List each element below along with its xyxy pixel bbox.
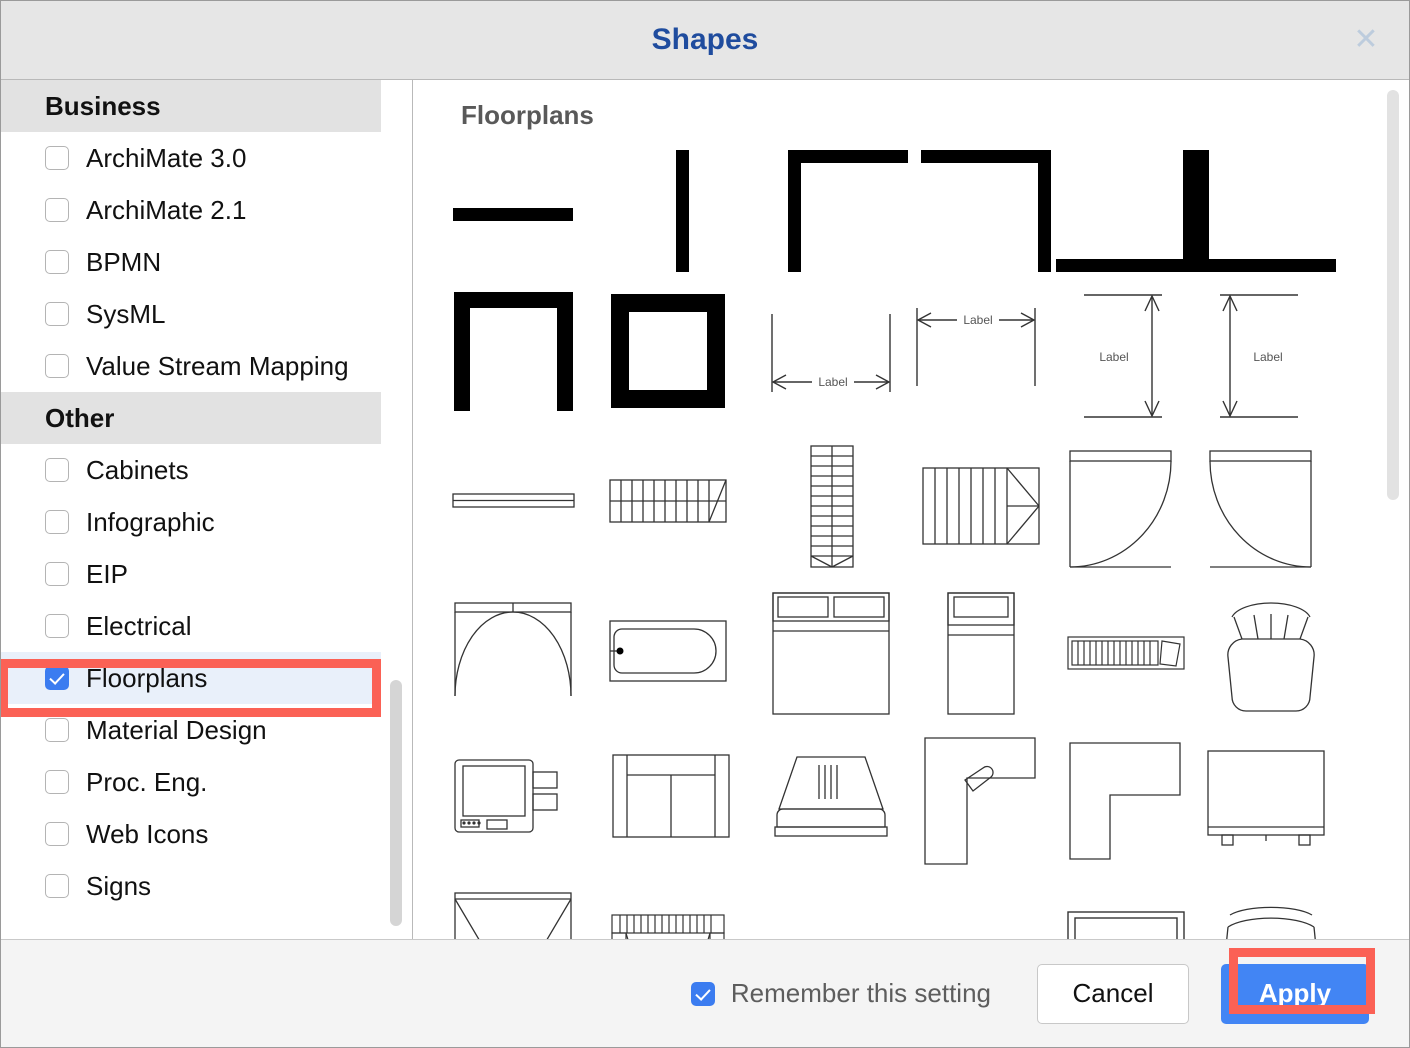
checkbox[interactable] [45, 874, 69, 898]
shape-stairs-vertical[interactable] [753, 436, 913, 576]
checkbox[interactable] [45, 718, 69, 742]
shape-piano[interactable] [583, 881, 753, 939]
sidebar-group-label: Other [45, 403, 114, 434]
remember-setting-checkbox[interactable]: Remember this setting [691, 978, 991, 1009]
svg-text:Label: Label [1253, 350, 1282, 364]
sidebar-group-header: Other [1, 392, 381, 444]
remember-checkbox-box[interactable] [691, 982, 715, 1006]
svg-text:Label: Label [1099, 350, 1128, 364]
sidebar-item-label: Value Stream Mapping [86, 351, 349, 382]
shape-bed-double[interactable] [743, 586, 918, 721]
svg-text:Label: Label [963, 313, 992, 327]
shape-door-right[interactable] [1173, 436, 1348, 581]
sidebar-item-label: Floorplans [86, 663, 207, 694]
shape-stairs-horizontal[interactable] [583, 436, 753, 566]
checkbox[interactable] [45, 770, 69, 794]
sidebar-item-signs[interactable]: Signs [1, 860, 381, 912]
shape-armchair-plan[interactable] [1183, 586, 1358, 721]
checkbox[interactable] [45, 146, 69, 170]
checkbox[interactable] [45, 302, 69, 326]
cancel-button[interactable]: Cancel [1037, 964, 1189, 1024]
checkbox[interactable] [45, 822, 69, 846]
sidebar-item-label: ArchiMate 3.0 [86, 143, 246, 174]
shape-wall-thin[interactable] [433, 436, 593, 566]
sidebar-item-label: Web Icons [86, 819, 208, 850]
preview-heading: Floorplans [461, 100, 594, 131]
shape-chair-front[interactable] [743, 731, 918, 861]
checkbox[interactable] [45, 250, 69, 274]
apply-button[interactable]: Apply [1221, 964, 1369, 1024]
sidebar-item-floorplans[interactable]: Floorplans [1, 652, 381, 704]
sidebar-item-label: SysML [86, 299, 165, 330]
sidebar-item-value-stream-mapping[interactable]: Value Stream Mapping [1, 340, 381, 392]
sidebar-item-label: ArchiMate 2.1 [86, 195, 246, 226]
sidebar-item-web-icons[interactable]: Web Icons [1, 808, 381, 860]
sidebar-scrollbar-track[interactable] [388, 80, 404, 939]
checkbox[interactable] [45, 198, 69, 222]
shape-table-with-chairs[interactable] [433, 881, 593, 939]
sidebar-item-archimate-3-0[interactable]: ArchiMate 3.0 [1, 132, 381, 184]
shape-desk-table[interactable] [1178, 731, 1353, 871]
svg-text:Label: Label [818, 375, 847, 389]
checkbox[interactable] [45, 354, 69, 378]
shape-wall-corner-bottom-left[interactable] [1178, 146, 1353, 276]
remember-setting-label: Remember this setting [731, 978, 991, 1009]
close-icon[interactable]: ✕ [1349, 23, 1383, 57]
shape-chair-top[interactable] [1183, 881, 1358, 939]
sidebar-item-label: Cabinets [86, 455, 189, 486]
shape-copier[interactable] [433, 731, 593, 861]
checkbox[interactable] [45, 562, 69, 586]
sidebar-item-eip[interactable]: EIP [1, 548, 381, 600]
sidebar-scrollbar-thumb[interactable] [390, 680, 402, 926]
shape-bathtub[interactable] [583, 586, 753, 716]
sidebar-item-label: Proc. Eng. [86, 767, 207, 798]
shape-library-sidebar: Business ArchiMate 3.0 ArchiMate 2.1 BPMN Sy… [1, 80, 413, 939]
sidebar-item-infographic[interactable]: Infographic [1, 496, 381, 548]
preview-scrollbar-thumb[interactable] [1387, 90, 1399, 500]
shape-wall-vertical[interactable] [603, 146, 763, 276]
shapes-dialog: Shapes ✕ Business ArchiMate 3.0 ArchiMate … [0, 0, 1410, 1048]
sidebar-item-label: Electrical [86, 611, 191, 642]
shape-grid: Label Label [413, 136, 1409, 939]
dialog-body: Business ArchiMate 3.0 ArchiMate 2.1 BPMN Sy… [1, 80, 1409, 939]
sidebar-item-bpmn[interactable]: BPMN [1, 236, 381, 288]
sidebar-item-proc-eng[interactable]: Proc. Eng. [1, 756, 381, 808]
sidebar-item-electrical[interactable]: Electrical [1, 600, 381, 652]
dialog-titlebar: Shapes ✕ [1, 1, 1409, 80]
sidebar-item-label: BPMN [86, 247, 161, 278]
sidebar-item-material-design[interactable]: Material Design [1, 704, 381, 756]
shape-double-door[interactable] [433, 586, 593, 716]
sidebar-item-archimate-2-1[interactable]: ArchiMate 2.1 [1, 184, 381, 236]
shape-wall-u-shape[interactable] [433, 286, 593, 416]
dialog-title: Shapes [652, 23, 759, 57]
sidebar-item-label: Material Design [86, 715, 267, 746]
dialog-footer: Remember this setting Cancel Apply [1, 939, 1409, 1047]
checkbox[interactable] [45, 458, 69, 482]
checkbox[interactable] [45, 510, 69, 534]
shape-dimension-vertical-right[interactable]: Label [1173, 286, 1348, 426]
preview-scrollbar-track[interactable] [1385, 80, 1401, 939]
sidebar-item-cabinets[interactable]: Cabinets [1, 444, 381, 496]
shape-room-square[interactable] [583, 286, 753, 416]
checkbox[interactable] [45, 666, 69, 690]
sidebar-item-sysml[interactable]: SysML [1, 288, 381, 340]
sidebar-item-label: EIP [86, 559, 128, 590]
shape-wall-corner-top-left[interactable] [763, 146, 923, 276]
sidebar-item-label: Infographic [86, 507, 215, 538]
sidebar-group-header: Business [1, 80, 381, 132]
sidebar-item-label: Signs [86, 871, 151, 902]
checkbox[interactable] [45, 614, 69, 638]
shape-sofa-two-seat[interactable] [588, 731, 753, 861]
shape-wall-horizontal[interactable] [433, 146, 593, 276]
sidebar-group-label: Business [45, 91, 161, 122]
shape-library-list[interactable]: Business ArchiMate 3.0 ArchiMate 2.1 BPMN Sy… [1, 80, 412, 939]
shape-preview-pane: Floorplans [413, 80, 1409, 939]
